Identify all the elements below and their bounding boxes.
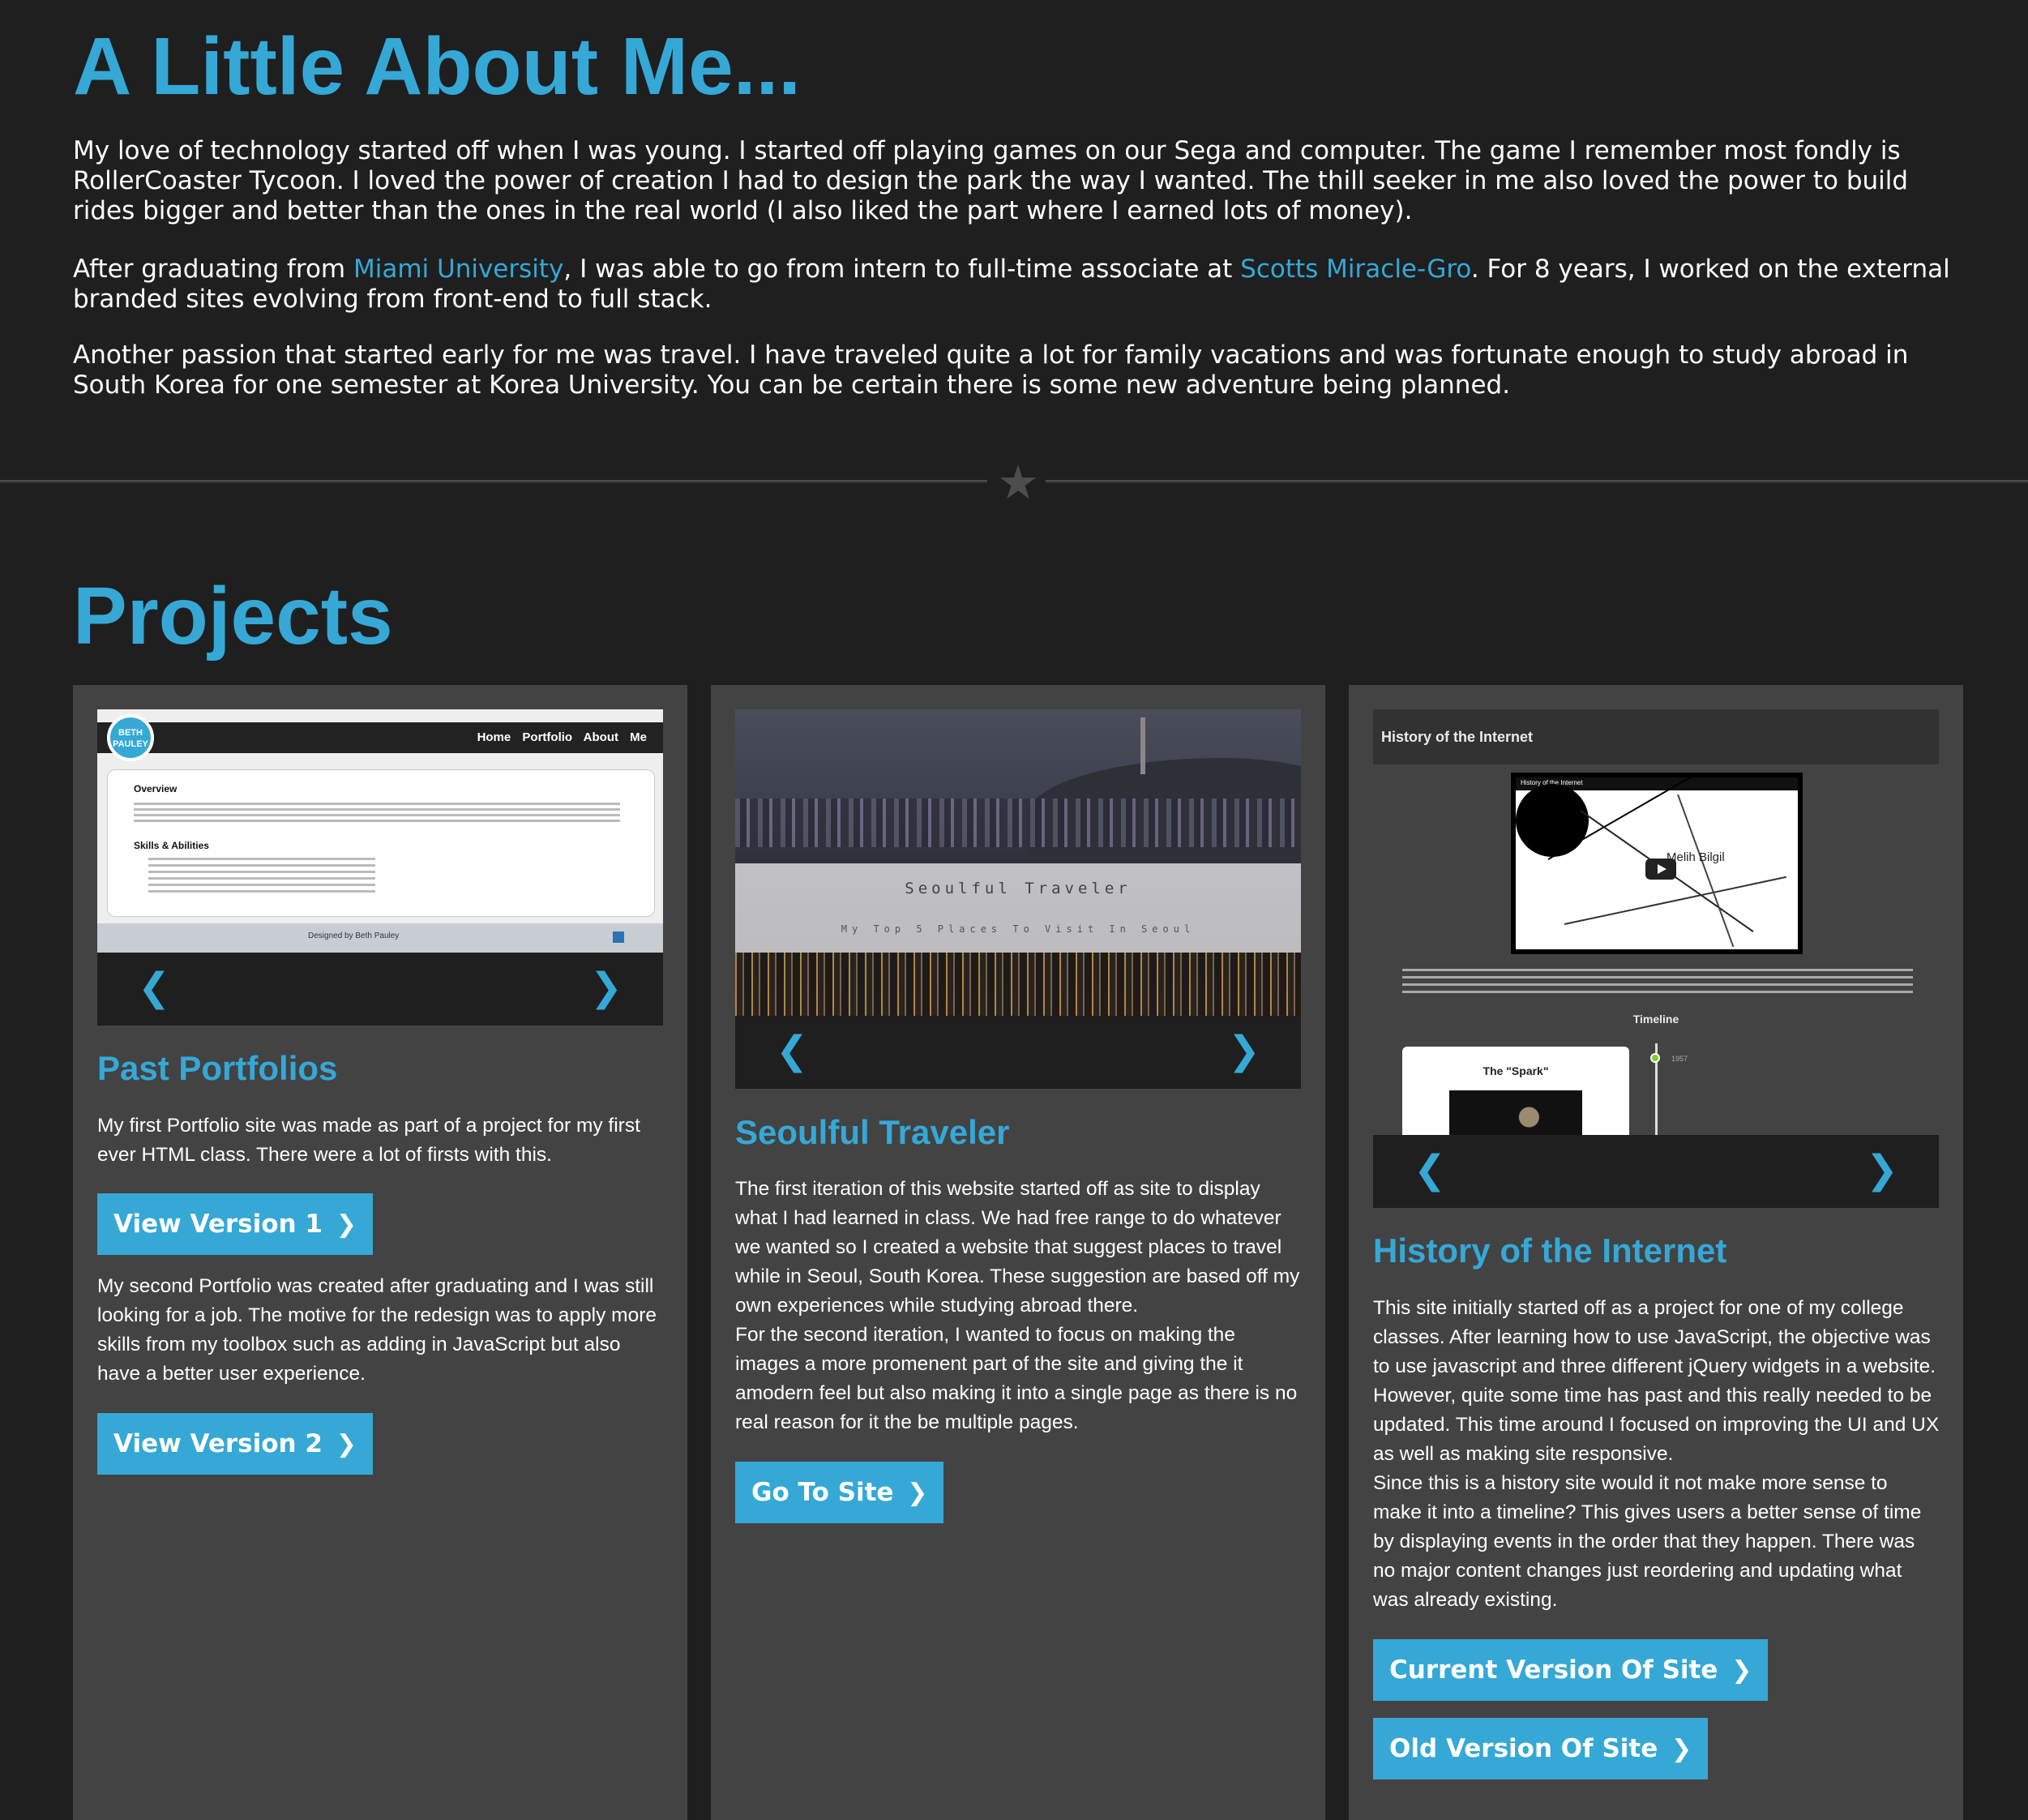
about-p2-text-1: After graduating from — [73, 255, 353, 284]
mini-menu: Home Portfolio About Me — [477, 730, 647, 744]
thumb-timeline-label: Timeline — [1632, 1013, 1679, 1026]
mini-footer-text: Designed by Beth Pauley — [308, 931, 400, 940]
slider-nav: ❮ ❯ — [97, 953, 663, 1026]
mini-footer: Designed by Beth Pauley — [97, 923, 663, 953]
miami-university-link[interactable]: Miami University — [353, 255, 563, 284]
button-label: View Version 2 — [113, 1429, 323, 1458]
slider-nav: ❮ ❯ — [1373, 1135, 1939, 1208]
image-slider: BETH PAULEY Home Portfolio About Me Over… — [97, 709, 663, 1026]
project-description-2: My second Portfolio was created after gr… — [97, 1275, 657, 1385]
project-title: History of the Internet — [1373, 1231, 1727, 1270]
play-icon — [1645, 859, 1676, 880]
button-label: Current Version Of Site — [1389, 1655, 1718, 1685]
button-label: Go To Site — [751, 1478, 894, 1507]
project-title: Seoulful Traveler — [735, 1113, 1010, 1151]
slider-nav: ❮ ❯ — [735, 1016, 1301, 1089]
projects-heading: Projects — [73, 571, 393, 662]
chevron-right-icon: ❯ — [907, 1479, 928, 1507]
thumb-site-subtitle: My Top 5 Places To Visit In Seoul — [841, 923, 1196, 935]
thumb-site-title: Seoulful Traveler — [905, 880, 1132, 897]
title-band: Seoulful Traveler My Top 5 Places To Vis… — [735, 863, 1301, 953]
project-card-seoulful-traveler: Seoulful Traveler My Top 5 Places To Vis… — [711, 685, 1325, 1820]
star-icon: ★ — [997, 455, 1039, 510]
chevron-right-icon: ❯ — [1731, 1656, 1752, 1685]
button-label: View Version 1 — [113, 1210, 323, 1239]
about-p2-text-2: , I was able to go from intern to full-t… — [563, 255, 1241, 284]
video-graphic-line — [1564, 876, 1787, 925]
go-to-site-button[interactable]: Go To Site ❯ — [735, 1462, 944, 1523]
linkedin-icon — [613, 931, 624, 943]
chevron-right-icon: ❯ — [336, 1430, 357, 1458]
timeline-event-card: The "Spark" — [1402, 1047, 1629, 1135]
timeline-year: 1957 — [1671, 1055, 1688, 1063]
about-paragraph-3: Another passion that started early for m… — [73, 340, 1909, 400]
about-paragraph-1: My love of technology started off when I… — [73, 136, 1909, 225]
about-paragraph-2: After graduating from Miami University, … — [73, 255, 1970, 315]
project-card-past-portfolios: BETH PAULEY Home Portfolio About Me Over… — [73, 685, 687, 1820]
scotts-miracle-gro-link[interactable]: Scotts Miracle-Gro — [1240, 255, 1471, 284]
mini-content-panel: Overview Skills & Abilities — [107, 769, 655, 917]
mini-overview-heading: Overview — [134, 783, 178, 794]
timeline-node — [1650, 1053, 1660, 1063]
video-embed: History of the Internet Melih Bilgil — [1511, 773, 1803, 954]
divider-line-right — [1046, 480, 2028, 483]
project-description-2: For the second iteration, I wanted to fo… — [735, 1324, 1298, 1433]
chevron-right-icon: ❯ — [1671, 1735, 1692, 1763]
button-label: Old Version Of Site — [1389, 1734, 1658, 1763]
slider-next-arrow-icon[interactable]: ❯ — [1866, 1150, 1898, 1190]
slider-prev-arrow-icon[interactable]: ❮ — [138, 967, 170, 1008]
thumb-header: History of the Internet — [1373, 709, 1939, 764]
chevron-right-icon: ❯ — [336, 1210, 357, 1239]
thumb-header-title: History of the Internet — [1381, 729, 1534, 745]
mini-skills-heading: Skills & Abilities — [134, 840, 209, 851]
project-description-2: Since this is a history site would it no… — [1373, 1472, 1922, 1611]
project-card-history-of-internet: History of the Internet History of the I… — [1349, 685, 1963, 1820]
image-slider: History of the Internet History of the I… — [1373, 709, 1939, 1208]
mini-skill-lines — [148, 858, 375, 860]
slider-prev-arrow-icon[interactable]: ❮ — [776, 1030, 808, 1071]
video-graphic-line — [1677, 794, 1735, 948]
namsan-tower — [1140, 717, 1145, 774]
seoul-screenshot: Seoulful Traveler My Top 5 Places To Vis… — [735, 709, 1301, 1016]
old-version-button[interactable]: Old Version Of Site ❯ — [1373, 1718, 1709, 1779]
slider-prev-arrow-icon[interactable]: ❮ — [1414, 1150, 1446, 1190]
city-skyline — [735, 799, 1301, 847]
thumb-paragraph-lines — [1402, 969, 1913, 971]
project-description-1: My first Portfolio site was made as part… — [97, 1115, 640, 1166]
timeline-event-title: The "Spark" — [1482, 1064, 1549, 1077]
view-version-1-button[interactable]: View Version 1 ❯ — [97, 1193, 373, 1255]
project-description-1: The first iteration of this website star… — [735, 1178, 1300, 1317]
slider-next-arrow-icon[interactable]: ❯ — [1228, 1030, 1260, 1071]
project-description-1: This site initially started off as a pro… — [1373, 1297, 1940, 1465]
divider-line-left — [0, 480, 987, 483]
history-screenshot: History of the Internet History of the I… — [1373, 709, 1939, 1135]
current-version-button[interactable]: Current Version Of Site ❯ — [1373, 1639, 1769, 1701]
slider-next-arrow-icon[interactable]: ❯ — [590, 967, 623, 1008]
project-title: Past Portfolios — [97, 1049, 338, 1087]
about-heading: A Little About Me... — [73, 21, 802, 112]
video-graphic-circle — [1516, 784, 1589, 857]
section-divider: ★ — [0, 455, 2028, 510]
city-lights — [735, 953, 1301, 1016]
mini-text-lines — [134, 803, 620, 805]
view-version-2-button[interactable]: View Version 2 ❯ — [97, 1413, 373, 1475]
image-slider: Seoulful Traveler My Top 5 Places To Vis… — [735, 709, 1301, 1089]
sputnik-image — [1449, 1090, 1582, 1135]
portfolio-screenshot: BETH PAULEY Home Portfolio About Me Over… — [97, 709, 663, 953]
beth-pauley-logo: BETH PAULEY — [107, 714, 154, 761]
